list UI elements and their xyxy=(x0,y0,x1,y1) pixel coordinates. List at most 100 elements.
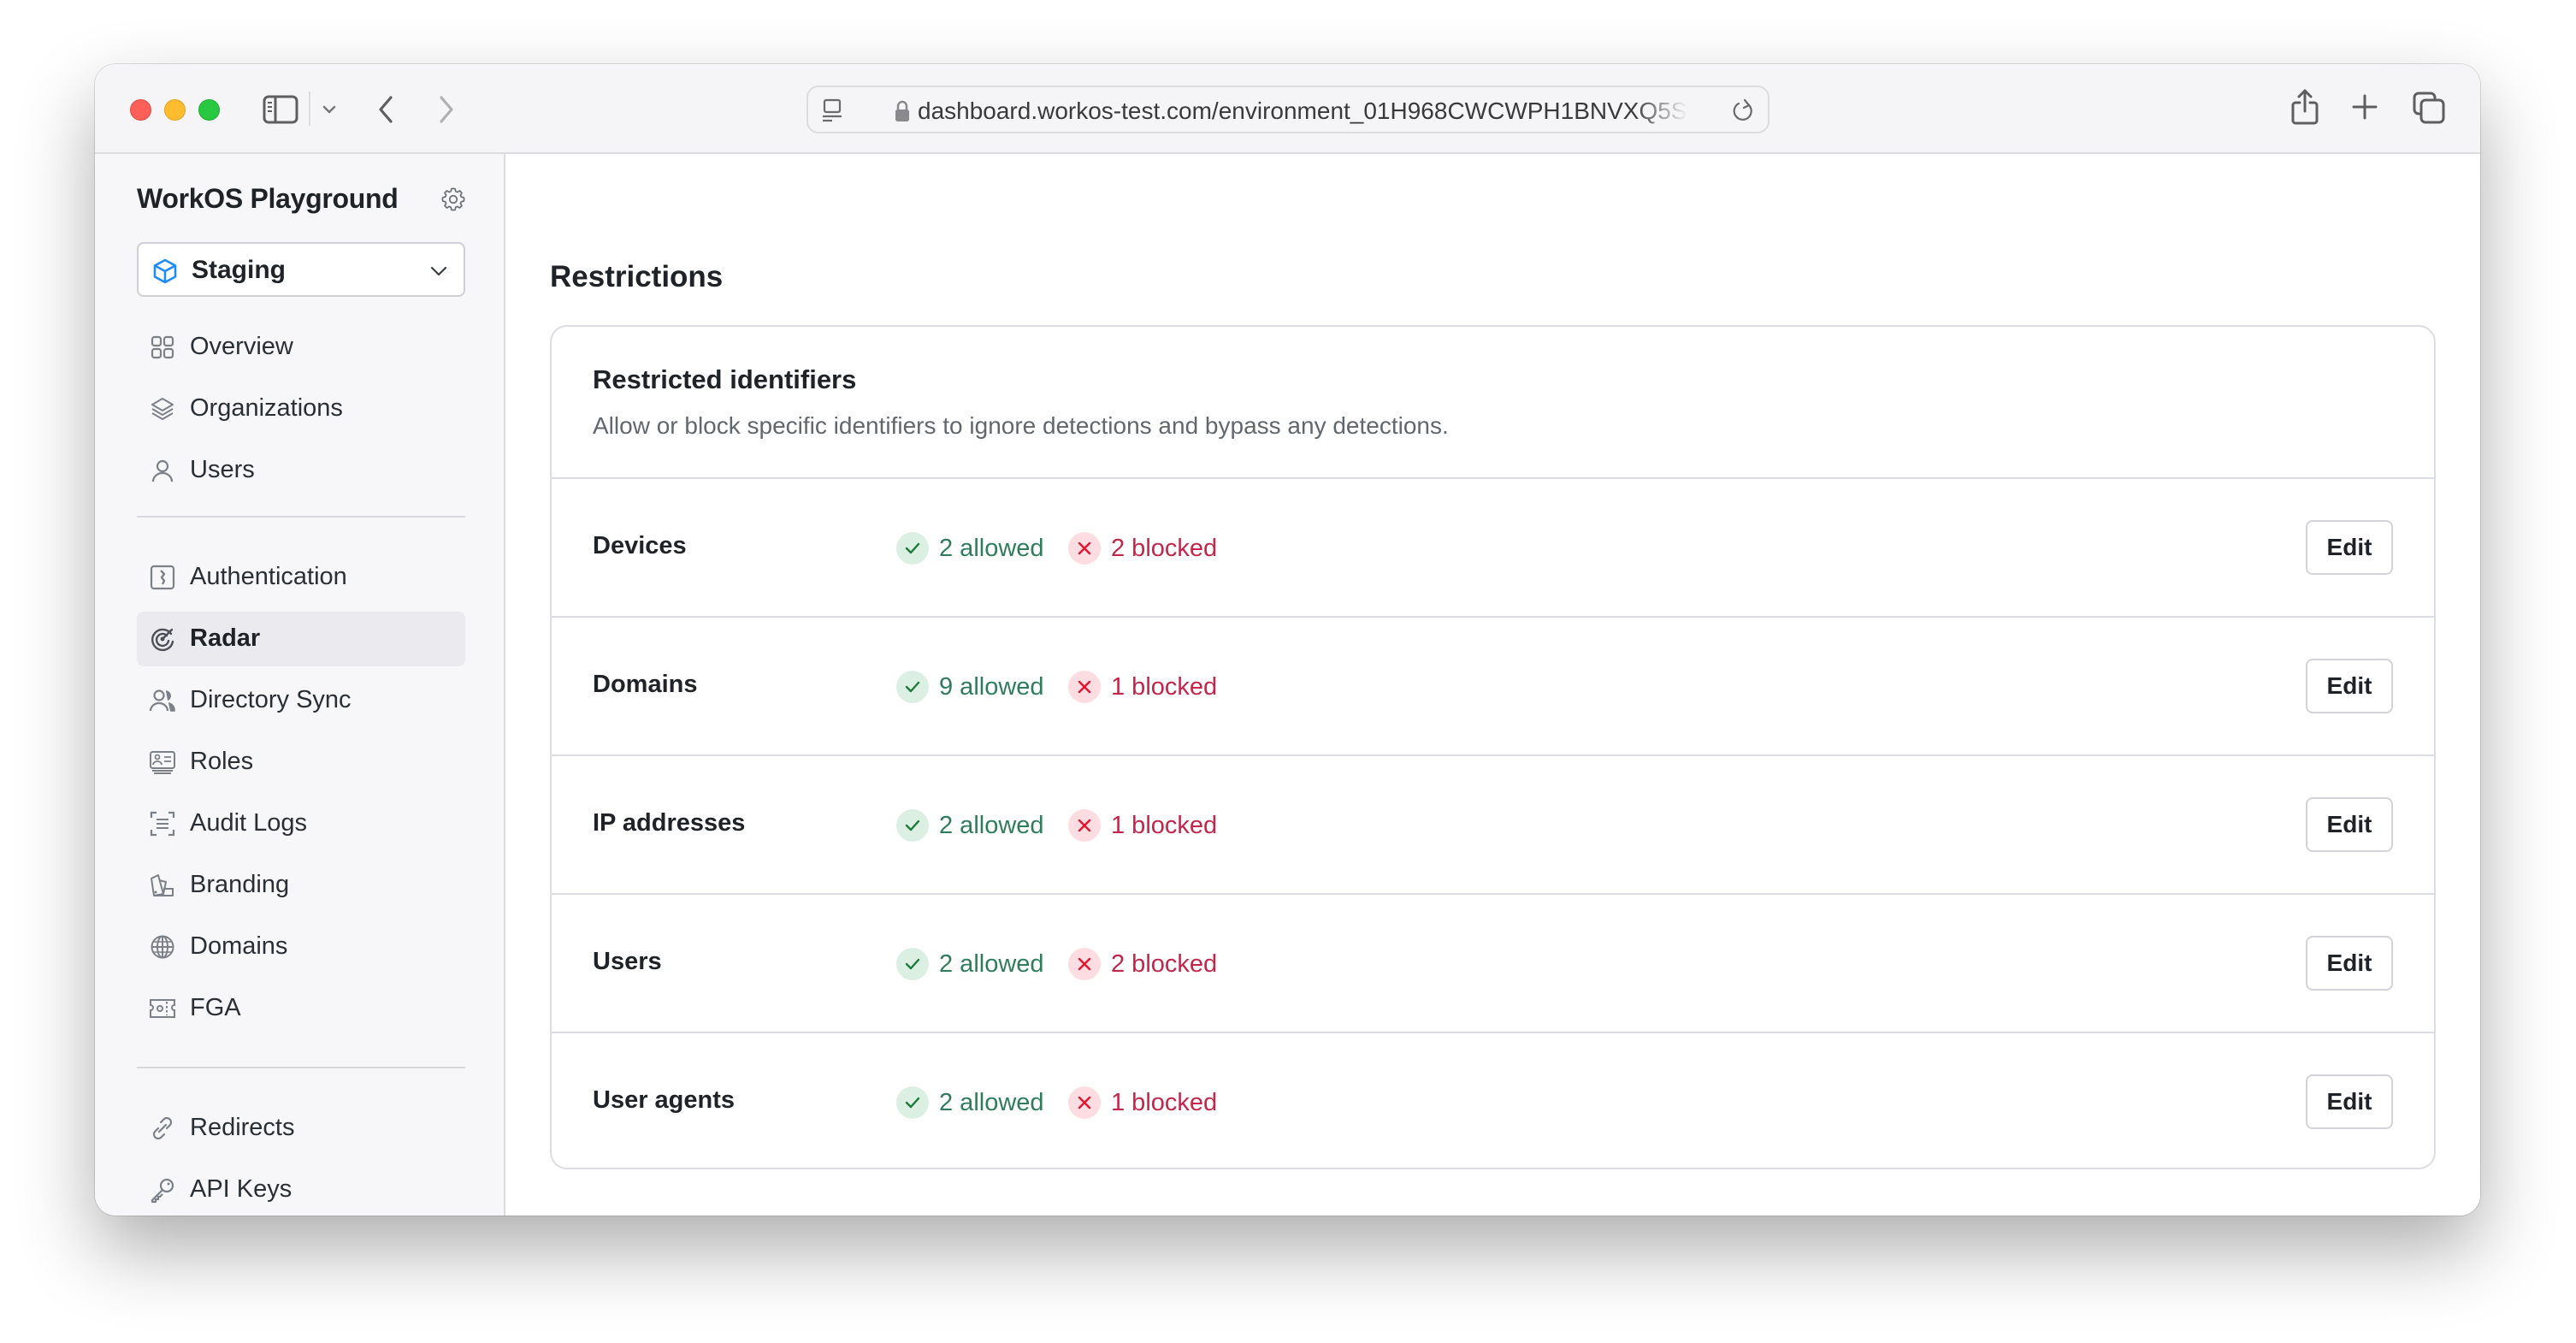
allowed-text: 2 allowed xyxy=(939,811,1044,839)
page-title: Restrictions xyxy=(550,260,724,293)
x-icon xyxy=(1068,671,1101,703)
globe-icon xyxy=(149,933,176,961)
sidebar-item-redirects[interactable]: Redirects xyxy=(137,1101,465,1156)
sidebar-item-radar[interactable]: Radar xyxy=(137,612,465,666)
x-icon xyxy=(1068,809,1101,842)
page-menu-icon[interactable] xyxy=(820,98,844,123)
toolbar-divider xyxy=(309,92,310,126)
sidebar-divider xyxy=(137,1067,465,1068)
scan-list-icon xyxy=(149,810,176,837)
x-icon xyxy=(1068,532,1101,565)
check-icon xyxy=(896,671,929,703)
sidebar-item-label: Radar xyxy=(190,624,261,652)
sidebar-item-users[interactable]: Users xyxy=(137,443,465,498)
sidebar-item-label: Roles xyxy=(190,748,254,775)
gear-icon[interactable] xyxy=(440,186,467,213)
close-window-button[interactable] xyxy=(130,99,151,121)
sidebar-item-label: Branding xyxy=(190,871,290,898)
lock-icon xyxy=(894,99,911,123)
sidebar-item-branding[interactable]: Branding xyxy=(137,858,465,913)
door-icon xyxy=(149,564,176,591)
sidebar-item-roles[interactable]: Roles xyxy=(137,735,465,790)
allowed-text: 2 allowed xyxy=(939,950,1044,978)
edit-user-agents-button[interactable]: Edit xyxy=(2306,1074,2393,1129)
sidebar-item-label: Organizations xyxy=(190,394,343,422)
card-description: Allow or block specific identifiers to i… xyxy=(593,412,1449,439)
tabs-overview-icon[interactable] xyxy=(2413,92,2445,124)
sidebar-item-audit-logs[interactable]: Audit Logs xyxy=(137,796,465,851)
reload-icon[interactable] xyxy=(1730,98,1756,125)
x-icon xyxy=(1068,1086,1101,1119)
check-icon xyxy=(896,809,929,842)
allowed-text: 2 allowed xyxy=(939,1088,1044,1116)
environment-label: Staging xyxy=(192,256,286,284)
sidebar-item-label: API Keys xyxy=(190,1175,292,1203)
address-bar[interactable]: dashboard.workos-test.com/environment_01… xyxy=(806,86,1770,133)
identifier-row-devices: Devices 2 allowed 2 blocked Edit xyxy=(552,479,2434,618)
blocked-count: 1 blocked xyxy=(1068,670,1217,704)
edit-ip-addresses-button[interactable]: Edit xyxy=(2306,797,2393,852)
check-icon xyxy=(896,1086,929,1119)
allowed-count: 2 allowed xyxy=(896,808,1044,843)
chevron-down-icon[interactable] xyxy=(319,98,340,121)
row-label: Devices xyxy=(593,532,687,559)
blocked-text: 1 blocked xyxy=(1111,811,1218,839)
identifier-row-user-agents: User agents 2 allowed 1 blocked Edit xyxy=(552,1033,2434,1168)
allowed-count: 2 allowed xyxy=(896,947,1044,981)
url-text[interactable]: dashboard.workos-test.com/environment_01… xyxy=(918,97,1687,126)
sidebar: WorkOS Playground Staging Overview Organ… xyxy=(95,154,505,1216)
chevron-down-icon xyxy=(429,263,448,280)
blocked-count: 2 blocked xyxy=(1068,531,1217,565)
user-icon xyxy=(149,457,176,484)
blocked-text: 2 blocked xyxy=(1111,950,1218,978)
row-label: Domains xyxy=(593,671,698,698)
blocked-text: 2 blocked xyxy=(1111,534,1218,562)
cube-icon xyxy=(152,257,178,285)
id-card-icon xyxy=(149,748,176,776)
edit-users-button[interactable]: Edit xyxy=(2306,936,2393,991)
main-content: Restrictions Restricted identifiers Allo… xyxy=(507,154,2480,1216)
sidebar-icon[interactable] xyxy=(263,95,298,124)
sidebar-item-api-keys[interactable]: API Keys xyxy=(137,1163,465,1216)
layers-icon xyxy=(149,395,176,423)
sidebar-item-fga[interactable]: FGA xyxy=(137,981,465,1036)
allowed-count: 9 allowed xyxy=(896,670,1044,704)
sidebar-item-label: Authentication xyxy=(190,563,347,590)
browser-toolbar: dashboard.workos-test.com/environment_01… xyxy=(95,64,2480,154)
org-name: WorkOS Playground xyxy=(137,183,399,214)
zoom-window-button[interactable] xyxy=(198,99,220,121)
plus-icon[interactable] xyxy=(2350,92,2379,122)
share-icon[interactable] xyxy=(2290,88,2319,126)
allowed-text: 2 allowed xyxy=(939,534,1044,562)
radar-icon xyxy=(149,625,176,653)
card-header: Restricted identifiers Allow or block sp… xyxy=(552,327,2434,479)
sidebar-item-organizations[interactable]: Organizations xyxy=(137,382,465,436)
sidebar-item-authentication[interactable]: Authentication xyxy=(137,550,465,605)
ticket-icon xyxy=(149,995,176,1022)
blocked-count: 1 blocked xyxy=(1068,1086,1217,1120)
check-icon xyxy=(896,948,929,980)
card-title: Restricted identifiers xyxy=(593,364,857,394)
sidebar-item-domains[interactable]: Domains xyxy=(137,920,465,974)
grid-icon xyxy=(149,334,176,361)
identifier-row-domains: Domains 9 allowed 1 blocked Edit xyxy=(552,618,2434,756)
environment-select[interactable]: Staging xyxy=(137,242,465,297)
sidebar-item-label: Overview xyxy=(190,333,293,360)
sidebar-item-overview[interactable]: Overview xyxy=(137,320,465,375)
chevron-left-icon[interactable] xyxy=(373,93,399,126)
row-label: User agents xyxy=(593,1086,736,1114)
chevron-right-icon[interactable] xyxy=(434,93,459,126)
restricted-identifiers-card: Restricted identifiers Allow or block sp… xyxy=(550,325,2436,1169)
identifier-row-ip-addresses: IP addresses 2 allowed 1 blocked Edit xyxy=(552,756,2434,895)
browser-window: dashboard.workos-test.com/environment_01… xyxy=(95,64,2480,1216)
row-label: Users xyxy=(593,948,662,975)
minimize-window-button[interactable] xyxy=(164,99,186,121)
key-icon xyxy=(149,1176,176,1204)
allowed-count: 2 allowed xyxy=(896,1086,1044,1120)
sidebar-item-directory-sync[interactable]: Directory Sync xyxy=(137,673,465,728)
edit-domains-button[interactable]: Edit xyxy=(2306,659,2393,713)
edit-devices-button[interactable]: Edit xyxy=(2306,520,2393,575)
sidebar-item-label: Audit Logs xyxy=(190,809,308,837)
users-icon xyxy=(149,687,176,714)
sidebar-item-label: Domains xyxy=(190,932,288,960)
